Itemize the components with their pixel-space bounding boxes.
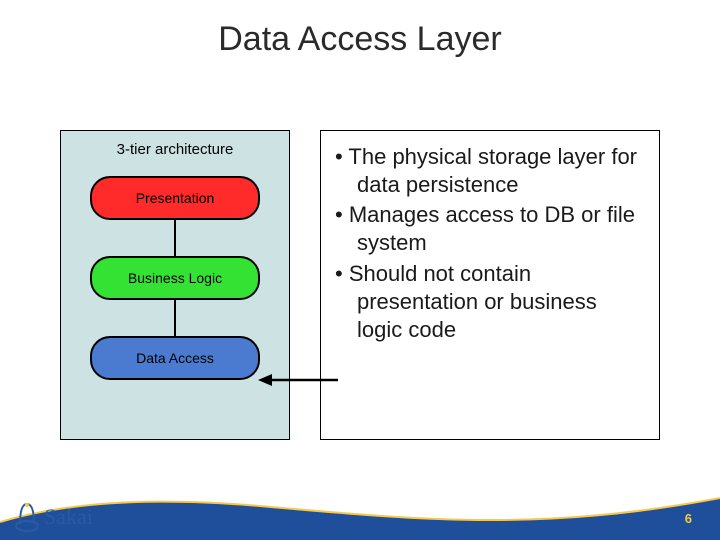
tier-business-logic: Business Logic (90, 256, 260, 300)
page-title: Data Access Layer (0, 0, 720, 59)
diagram-title: 3-tier architecture (117, 141, 234, 158)
text-panel: The physical storage layer for data pers… (320, 130, 660, 440)
footer-wave (0, 492, 720, 540)
logo-text: Sakai (44, 504, 93, 530)
content-area: 3-tier architecture Presentation Busines… (60, 130, 660, 440)
tier-label: Business Logic (128, 270, 222, 286)
tier-label: Data Access (136, 350, 214, 366)
bullet-list: The physical storage layer for data pers… (335, 143, 645, 344)
logo: Sakai (14, 502, 93, 532)
slide: Data Access Layer 3-tier architecture Pr… (0, 0, 720, 540)
logo-icon (14, 502, 40, 532)
list-item: Manages access to DB or file system (335, 201, 645, 257)
list-item: The physical storage layer for data pers… (335, 143, 645, 199)
connector (174, 220, 176, 256)
diagram-panel: 3-tier architecture Presentation Busines… (60, 130, 290, 440)
page-number: 6 (685, 511, 692, 526)
tier-data-access: Data Access (90, 336, 260, 380)
tier-label: Presentation (136, 190, 215, 206)
connector (174, 300, 176, 336)
tier-presentation: Presentation (90, 176, 260, 220)
list-item: Should not contain presentation or busin… (335, 260, 645, 344)
